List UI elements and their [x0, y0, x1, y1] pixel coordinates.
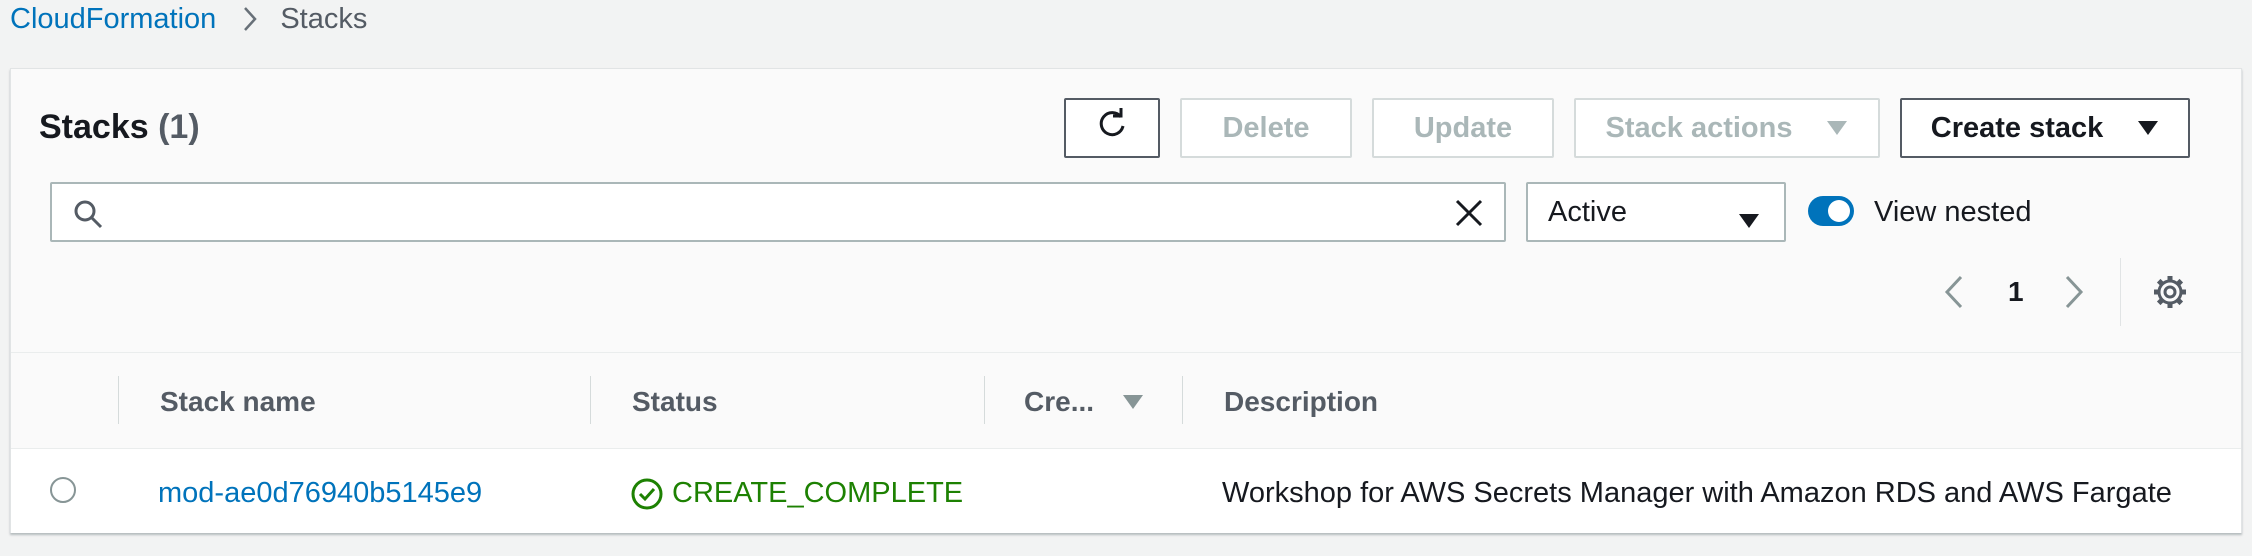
- check-circle-icon: [630, 477, 664, 516]
- caret-down-icon: [1738, 204, 1760, 237]
- status-filter-value: Active: [1548, 195, 1627, 228]
- create-stack-button[interactable]: Create stack: [1900, 98, 2190, 158]
- view-nested-label: View nested: [1874, 196, 2032, 228]
- column-header-status[interactable]: Status: [632, 386, 718, 418]
- column-header-description[interactable]: Description: [1224, 386, 1378, 418]
- stack-count: (1): [158, 108, 200, 146]
- breadcrumb-current: Stacks: [280, 2, 368, 35]
- gear-icon[interactable]: [2152, 274, 2188, 315]
- table-top-divider: [11, 352, 2241, 353]
- update-button-label: Update: [1413, 111, 1513, 144]
- page-title: Stacks (1): [39, 108, 200, 147]
- pagination-divider: [2120, 258, 2121, 326]
- search-icon: [72, 198, 104, 235]
- column-separator: [1182, 376, 1183, 424]
- previous-page-icon[interactable]: [1944, 274, 1964, 315]
- caret-down-icon: [1826, 120, 1848, 136]
- status-filter-select[interactable]: Active: [1526, 182, 1786, 242]
- caret-down-icon: [2137, 120, 2159, 136]
- delete-button[interactable]: Delete: [1180, 98, 1352, 158]
- row-select-radio[interactable]: [50, 477, 76, 503]
- refresh-icon: [1094, 106, 1130, 150]
- update-button[interactable]: Update: [1372, 98, 1554, 158]
- view-nested-toggle[interactable]: [1808, 196, 1854, 226]
- clear-search-icon[interactable]: [1454, 198, 1484, 233]
- column-separator: [984, 376, 985, 424]
- column-header-created[interactable]: Cre...: [1024, 386, 1094, 418]
- stack-actions-button[interactable]: Stack actions: [1574, 98, 1880, 158]
- breadcrumb: CloudFormation Stacks: [10, 0, 367, 38]
- column-header-stack-name[interactable]: Stack name: [160, 386, 316, 418]
- stack-name-link[interactable]: mod-ae0d76940b5145e9: [158, 477, 482, 510]
- description-text: Workshop for AWS Secrets Manager with Am…: [1222, 477, 2172, 509]
- page-title-text: Stacks: [39, 108, 149, 146]
- delete-button-label: Delete: [1222, 111, 1310, 144]
- column-separator: [590, 376, 591, 424]
- refresh-button[interactable]: [1064, 98, 1160, 158]
- toggle-knob: [1828, 200, 1850, 222]
- search-box: [50, 182, 1506, 242]
- breadcrumb-chevron-right-icon: [242, 5, 258, 33]
- create-stack-label: Create stack: [1930, 111, 2104, 144]
- column-separator: [118, 376, 119, 424]
- next-page-icon[interactable]: [2064, 274, 2084, 315]
- sort-descending-icon[interactable]: [1122, 394, 1144, 415]
- stack-actions-label: Stack actions: [1605, 111, 1793, 144]
- status-text: CREATE_COMPLETE: [672, 477, 964, 509]
- breadcrumb-cloudformation-link[interactable]: CloudFormation: [10, 3, 216, 36]
- page-number[interactable]: 1: [2008, 276, 2024, 308]
- search-input[interactable]: [116, 184, 1416, 240]
